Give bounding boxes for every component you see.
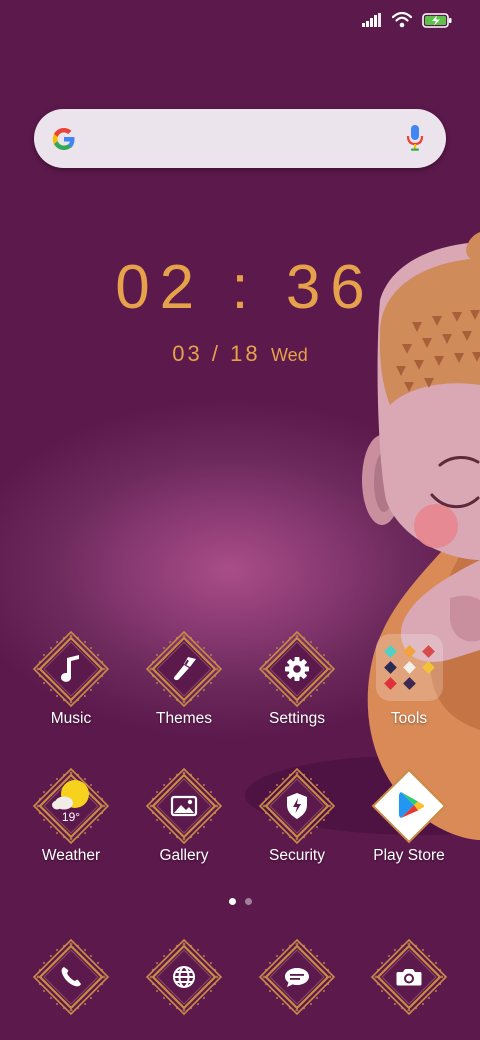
image-icon [145,767,223,845]
wifi-icon [392,12,412,28]
music-note-icon [32,630,110,708]
app-label: Weather [41,847,101,864]
app-label: Settings [268,710,325,727]
globe-icon [145,938,223,1016]
clock-date: 03 / 18 [172,341,261,366]
dock-camera[interactable] [353,937,465,1017]
app-label: Music [50,710,92,727]
app-settings[interactable]: Settings [241,629,353,728]
mic-icon[interactable] [406,124,424,152]
paintbrush-icon [145,630,223,708]
google-logo-icon [52,128,75,150]
search-bar[interactable] [34,109,446,168]
app-label: Gallery [159,847,209,864]
clock-weekday: Wed [271,345,308,365]
app-tools-folder[interactable]: Tools [353,629,465,728]
shield-icon [258,767,336,845]
weather-temperature: 19° [61,810,81,824]
dock-messages[interactable] [241,937,353,1017]
page-dot-2[interactable] [244,898,252,905]
app-label: Play Store [373,847,445,864]
clock-date-row[interactable]: 03 / 18 Wed [0,341,480,367]
app-weather[interactable]: 19° Weather [15,766,127,865]
camera-icon [370,938,448,1016]
status-bar [362,12,452,28]
clock-time[interactable]: 02 : 36 [0,252,480,323]
play-store-icon [371,768,447,844]
app-music[interactable]: Music [15,629,127,728]
page-indicator[interactable] [0,898,480,905]
app-themes[interactable]: Themes [128,629,240,728]
signal-bars-icon [362,13,381,27]
weather-icon [32,767,110,845]
dock-browser[interactable] [128,937,240,1017]
message-icon [258,938,336,1016]
app-label: Tools [390,710,428,727]
phone-icon [32,938,110,1016]
gear-icon [258,630,336,708]
app-security[interactable]: Security [241,766,353,865]
app-play-store[interactable]: Play Store [353,766,465,865]
battery-charging-icon [422,12,452,28]
folder-icon [376,634,443,701]
page-dot-1[interactable] [228,898,236,905]
app-label: Security [269,847,325,864]
app-gallery[interactable]: Gallery [128,766,240,865]
dock-phone[interactable] [15,937,127,1017]
app-label: Themes [156,710,212,727]
